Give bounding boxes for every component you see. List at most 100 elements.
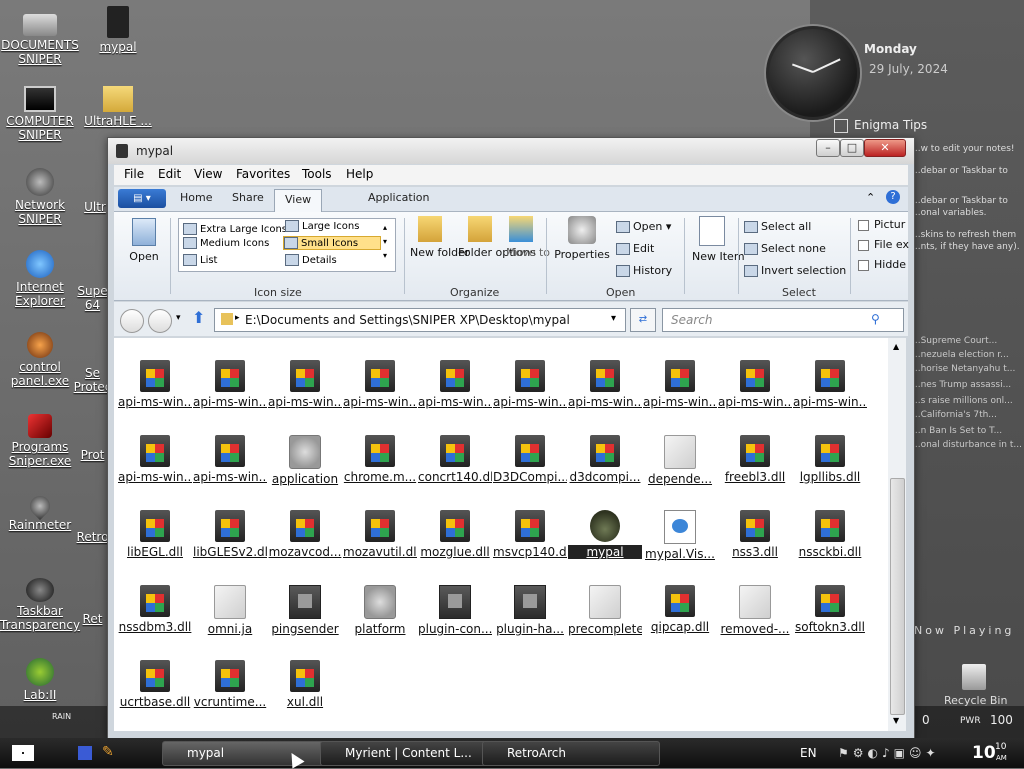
menu-tools[interactable]: Tools bbox=[302, 167, 332, 181]
file-item[interactable]: libGLESv2.dll bbox=[193, 510, 267, 559]
file-item[interactable]: nss3.dll bbox=[718, 510, 792, 559]
file-item[interactable]: msvcp140.dll bbox=[493, 510, 567, 559]
vertical-scrollbar[interactable]: ▲ ▼ bbox=[888, 338, 906, 731]
news-line[interactable]: ...onal disturbance in t... bbox=[912, 440, 1022, 450]
news-line[interactable]: ...nezuela election r... bbox=[912, 350, 1022, 360]
news-line[interactable]: ...California's 7th... bbox=[912, 410, 1022, 420]
desktop-icon-control-panel[interactable]: control panel.exe bbox=[0, 332, 80, 388]
minimize-button[interactable]: – bbox=[816, 139, 840, 157]
address-input[interactable]: ▸ E:\Documents and Settings\SNIPER XP\De… bbox=[214, 308, 626, 332]
maximize-button[interactable]: □ bbox=[840, 139, 864, 157]
news-line[interactable]: ...horise Netanyahu t... bbox=[912, 364, 1022, 374]
desktop-icon-documents[interactable]: DOCUMENTS SNIPER bbox=[0, 6, 80, 66]
back-button[interactable] bbox=[120, 309, 144, 333]
refresh-button[interactable]: ⇄ bbox=[630, 308, 656, 332]
history-button[interactable]: History bbox=[616, 264, 672, 277]
file-item[interactable]: chrome.m... bbox=[343, 435, 417, 484]
desktop-icon-computer[interactable]: COMPUTER SNIPER bbox=[0, 86, 80, 142]
file-item[interactable]: api-ms-win... bbox=[118, 435, 192, 484]
recent-dropdown-icon[interactable]: ▾ bbox=[176, 313, 181, 323]
file-item[interactable]: vcruntime... bbox=[193, 660, 267, 709]
tab-share[interactable]: Share bbox=[232, 191, 264, 204]
file-item[interactable]: api-ms-win... bbox=[343, 360, 417, 409]
file-item[interactable]: plugin-ha... bbox=[493, 585, 567, 636]
new-folder-button[interactable]: New folder bbox=[410, 216, 469, 259]
search-icon[interactable]: ⚲ bbox=[871, 312, 880, 326]
file-view[interactable]: api-ms-win... api-ms-win... api-ms-win... a… bbox=[114, 338, 888, 731]
desktop-icon-network[interactable]: Network SNIPER bbox=[0, 168, 80, 226]
clock-hour[interactable]: 10 bbox=[972, 743, 996, 763]
file-item[interactable]: mozavcod... bbox=[268, 510, 342, 559]
taskbar-item-mypal[interactable]: mypal bbox=[162, 741, 340, 766]
invert-selection-button[interactable]: Invert selection bbox=[744, 264, 846, 277]
file-item[interactable]: plugin-con... bbox=[418, 585, 492, 636]
file-item[interactable]: omni.ja bbox=[193, 585, 267, 636]
recycle-bin-icon[interactable] bbox=[962, 664, 986, 690]
file-item[interactable]: platform bbox=[343, 585, 417, 636]
select-all-button[interactable]: Select all bbox=[744, 220, 811, 233]
address-dropdown-icon[interactable]: ▾ bbox=[611, 313, 616, 324]
file-item[interactable]: nssckbi.dll bbox=[793, 510, 867, 559]
explorer-window[interactable]: mypal – □ ✕ File Edit View Favorites Too… bbox=[107, 137, 915, 739]
news-line[interactable]: ...nes Trump assassi... bbox=[912, 380, 1022, 390]
file-item[interactable]: api-ms-win... bbox=[193, 435, 267, 484]
file-item[interactable]: application bbox=[268, 435, 342, 486]
file-item[interactable]: api-ms-win... bbox=[718, 360, 792, 409]
desktop-icon-internet-explorer[interactable]: Internet Explorer bbox=[0, 250, 80, 308]
file-item[interactable]: pingsender bbox=[268, 585, 342, 636]
file-item[interactable]: api-ms-win... bbox=[568, 360, 642, 409]
menu-file[interactable]: File bbox=[124, 167, 144, 181]
file-extensions-checkbox[interactable]: File ex bbox=[858, 238, 909, 251]
layout-small[interactable]: Small Icons bbox=[283, 236, 381, 250]
file-item[interactable]: libEGL.dll bbox=[118, 510, 192, 559]
layout-medium[interactable]: Medium Icons bbox=[183, 237, 269, 249]
new-item-button[interactable]: New Item bbox=[692, 216, 745, 263]
quicklaunch-icon[interactable] bbox=[78, 746, 92, 760]
file-item[interactable]: precomplete bbox=[568, 585, 642, 636]
scroll-thumb[interactable] bbox=[890, 478, 905, 715]
clock-gadget[interactable] bbox=[766, 26, 860, 120]
edit-button[interactable]: Edit bbox=[616, 242, 654, 255]
file-item[interactable]: api-ms-win... bbox=[193, 360, 267, 409]
file-item[interactable]: api-ms-win... bbox=[643, 360, 717, 409]
forward-button[interactable] bbox=[148, 309, 172, 333]
file-item[interactable]: api-ms-win... bbox=[118, 360, 192, 409]
layout-gallery[interactable]: Extra Large Icons Large Icons Medium Ico… bbox=[178, 218, 396, 272]
move-to-button[interactable]: Move to bbox=[506, 216, 550, 259]
file-item[interactable]: mypal bbox=[568, 510, 642, 559]
up-arrow-icon[interactable]: ⬆ bbox=[192, 308, 205, 327]
desktop-icon-taskbar-transparency[interactable]: Taskbar Transparency bbox=[0, 578, 80, 632]
scroll-down-icon[interactable]: ▼ bbox=[893, 716, 899, 725]
file-item[interactable]: qipcap.dll bbox=[643, 585, 717, 634]
file-item[interactable]: mozglue.dll bbox=[418, 510, 492, 559]
help-icon[interactable]: ? bbox=[886, 190, 900, 204]
title-bar[interactable]: mypal – □ ✕ bbox=[108, 138, 914, 164]
layout-large[interactable]: Large Icons bbox=[285, 220, 359, 232]
desktop-icon-ultrahle[interactable]: UltraHLE ... bbox=[78, 86, 158, 128]
close-button[interactable]: ✕ bbox=[864, 139, 906, 157]
desktop-icon-mypal[interactable]: mypal bbox=[78, 6, 158, 54]
collapse-ribbon-icon[interactable]: ⌃ bbox=[866, 191, 875, 204]
start-button[interactable] bbox=[8, 741, 38, 765]
file-item[interactable]: lgpllibs.dll bbox=[793, 435, 867, 484]
scroll-up-icon[interactable]: ▲ bbox=[893, 342, 899, 351]
desktop-icon-rainmeter[interactable]: Rainmeter bbox=[0, 491, 80, 532]
file-item[interactable]: api-ms-win... bbox=[493, 360, 567, 409]
properties-button[interactable]: Properties bbox=[554, 216, 610, 261]
file-item[interactable]: D3DCompi... bbox=[493, 435, 567, 484]
file-item[interactable]: softokn3.dll bbox=[793, 585, 867, 634]
layout-list[interactable]: List bbox=[183, 254, 217, 266]
menu-edit[interactable]: Edit bbox=[158, 167, 181, 181]
tab-home[interactable]: Home bbox=[180, 191, 212, 204]
file-item[interactable]: xul.dll bbox=[268, 660, 342, 709]
file-item[interactable]: mypal.Vis... bbox=[643, 510, 717, 561]
taskbar-item-retroarch[interactable]: RetroArch bbox=[482, 741, 660, 766]
menu-help[interactable]: Help bbox=[346, 167, 373, 181]
file-item[interactable]: nssdbm3.dll bbox=[118, 585, 192, 634]
select-none-button[interactable]: Select none bbox=[744, 242, 826, 255]
gallery-scroll-icon[interactable]: ▴ ▾ ▾ bbox=[383, 221, 387, 263]
tab-application[interactable]: Application bbox=[368, 191, 429, 204]
news-line[interactable]: ...n Ban Is Set to T... bbox=[912, 426, 1022, 436]
menu-view[interactable]: View bbox=[194, 167, 222, 181]
tray-icons[interactable]: ⚑⚙◐♪▣☺✦ bbox=[838, 746, 940, 760]
